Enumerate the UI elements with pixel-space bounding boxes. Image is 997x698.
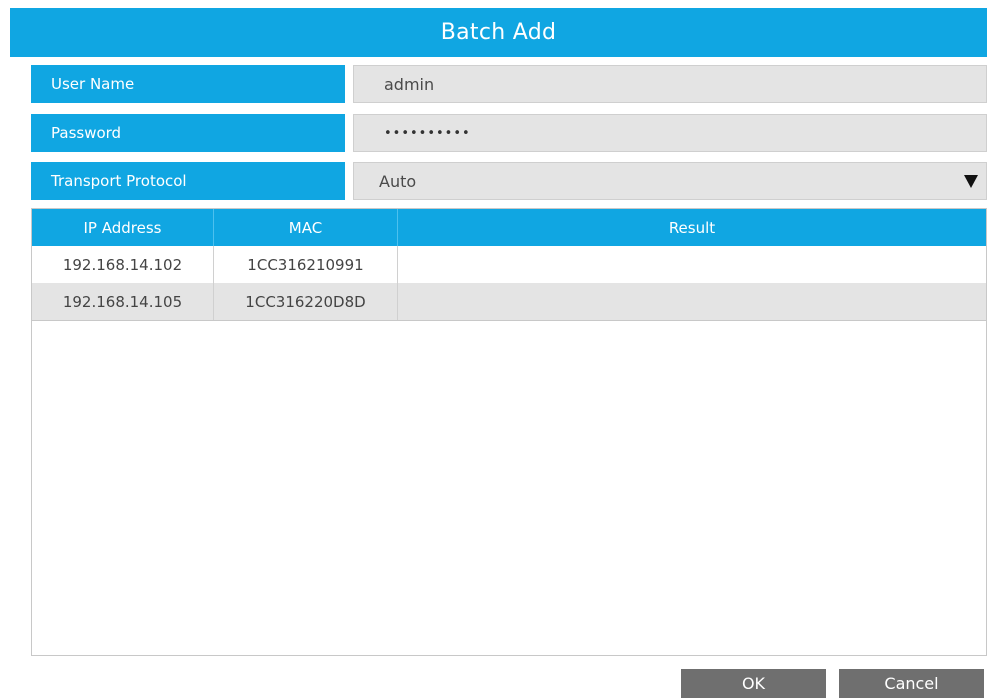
ok-button[interactable]: OK	[681, 669, 826, 698]
dialog-title: Batch Add	[10, 8, 987, 57]
transport-protocol-select[interactable]: Auto	[353, 162, 987, 200]
cell-result	[398, 283, 986, 320]
caret-down-icon[interactable]	[964, 175, 978, 188]
transport-protocol-label: Transport Protocol	[31, 162, 345, 200]
user-name-label: User Name	[31, 65, 345, 103]
cell-mac: 1CC316220D8D	[214, 283, 398, 320]
header-ip-address[interactable]: IP Address	[32, 209, 214, 246]
user-name-input[interactable]: admin	[353, 65, 987, 103]
user-name-row: User Name admin	[31, 65, 987, 103]
cell-ip-address: 192.168.14.102	[32, 246, 214, 283]
password-input[interactable]: ••••••••••	[353, 114, 987, 152]
header-result[interactable]: Result	[398, 209, 986, 246]
password-label: Password	[31, 114, 345, 152]
cell-mac: 1CC316210991	[214, 246, 398, 283]
transport-protocol-value: Auto	[379, 171, 417, 191]
password-row: Password ••••••••••	[31, 114, 987, 152]
table-row[interactable]: 192.168.14.102 1CC316210991	[32, 246, 986, 284]
device-table: IP Address MAC Result 192.168.14.102 1CC…	[31, 208, 987, 656]
cell-ip-address: 192.168.14.105	[32, 283, 214, 320]
transport-protocol-row: Transport Protocol Auto	[31, 162, 987, 200]
table-header: IP Address MAC Result	[32, 209, 986, 246]
header-mac[interactable]: MAC	[214, 209, 398, 246]
cell-result	[398, 246, 986, 283]
cancel-button[interactable]: Cancel	[839, 669, 984, 698]
table-row[interactable]: 192.168.14.105 1CC316220D8D	[32, 283, 986, 321]
